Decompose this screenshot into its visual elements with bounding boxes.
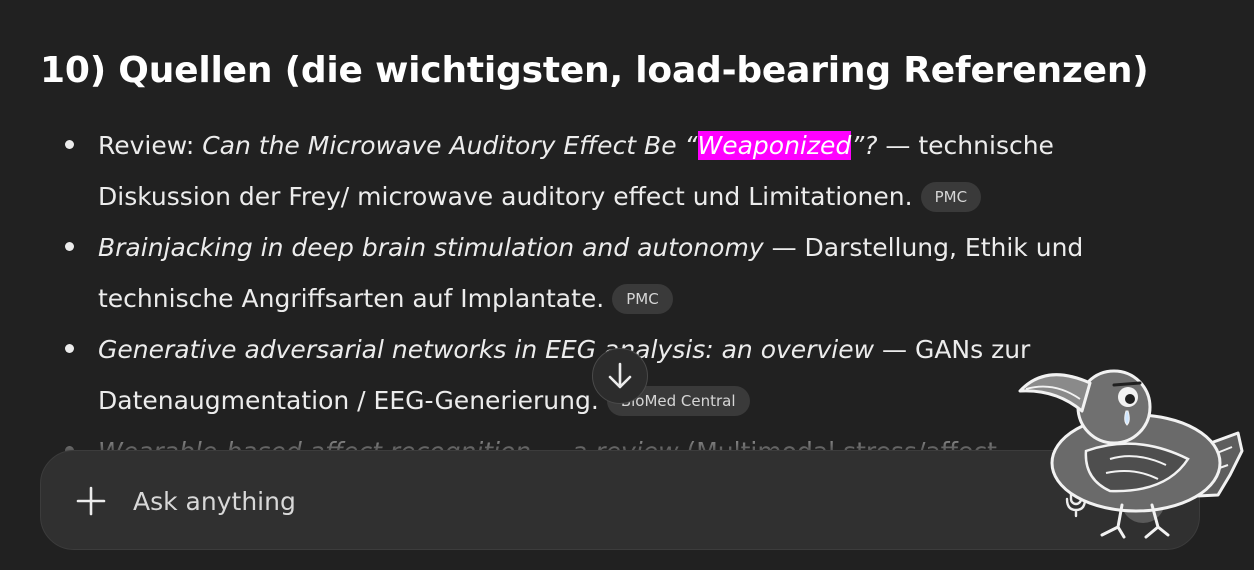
ask-input[interactable] (133, 481, 933, 521)
reference-item: Review: Can the Microwave Auditory Effec… (65, 120, 1138, 222)
reference-item: Brainjacking in deep brain stimulation a… (65, 222, 1138, 324)
arrow-down-icon (608, 362, 632, 389)
add-attachment-button[interactable] (69, 479, 113, 523)
source-badge-pmc[interactable]: PMC (612, 284, 673, 314)
reference-title: Generative adversarial networks in EEG a… (98, 335, 875, 364)
source-badge-pmc[interactable]: PMC (920, 182, 982, 212)
reference-title: Can the Microwave Auditory Effect Be “We… (202, 131, 878, 160)
highlighted-text: Weaponized (697, 131, 852, 160)
reference-list: Review: Can the Microwave Auditory Effec… (65, 120, 1138, 477)
crow-sticker (1018, 369, 1244, 539)
scroll-to-bottom-button[interactable] (592, 348, 648, 404)
reference-title: Brainjacking in deep brain stimulation a… (98, 233, 764, 262)
chat-page: 10) Quellen (die wichtigsten, load-beari… (0, 0, 1254, 570)
section-heading: 10) Quellen (die wichtigsten, load-beari… (40, 50, 1149, 91)
plus-icon (76, 486, 106, 516)
reference-prefix: Review: (98, 131, 203, 160)
